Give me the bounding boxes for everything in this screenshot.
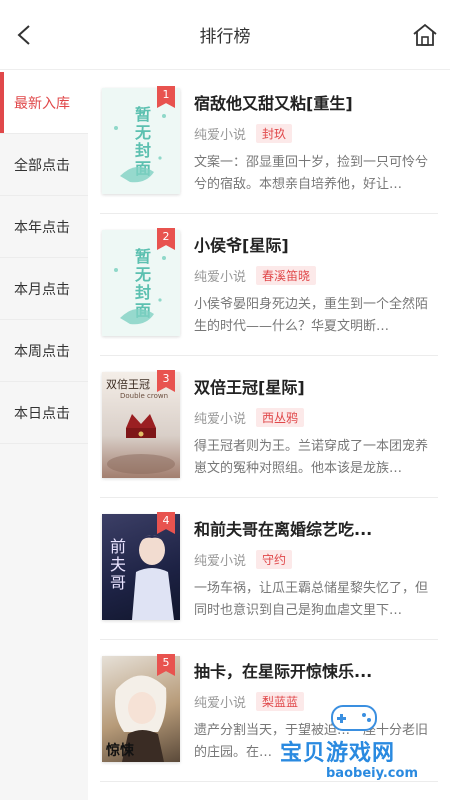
sidebar-item-label: 全部点击: [14, 157, 70, 174]
book-meta: 纯爱小说 西丛鸦: [194, 408, 305, 427]
sidebar-item-month-clicks[interactable]: 本月点击: [0, 258, 88, 320]
book-ranking-list: 暂无封面 1 宿敌他又甜又粘[重生] 纯爱小说 封玖 文案一：邵显重回十岁，捡到…: [100, 72, 438, 800]
sidebar-item-all-clicks[interactable]: 全部点击: [0, 134, 88, 196]
author-tag[interactable]: 西丛鸦: [256, 408, 305, 427]
book-description: 一场车祸，让瓜王霸总储星黎失忆了，但同时也意识到自己是狗血虐文里下…: [194, 581, 429, 618]
home-button[interactable]: [410, 20, 440, 50]
book-category: 纯爱小说: [194, 128, 247, 143]
sidebar-item-label: 本年点击: [14, 219, 70, 236]
author-tag[interactable]: 春溪笛晓: [256, 266, 317, 285]
book-description: 文案一：邵显重回十岁，捡到一只可怜兮兮的宿敌。本想亲自培养他，好让…: [194, 155, 429, 192]
list-item[interactable]: 暂无封面 2 小侯爷[星际] 纯爱小说 春溪笛晓 小侯爷晏阳身死边关，重生到一个…: [100, 214, 438, 356]
book-category: 纯爱小说: [194, 554, 247, 569]
book-title[interactable]: 双倍王冠[星际]: [194, 374, 438, 398]
list-item[interactable]: 双倍王冠 Double crown 3 双倍王冠[星际] 纯爱小说 西丛鸦 得王…: [100, 356, 438, 498]
book-title[interactable]: 和前夫哥在离婚综艺吃...: [194, 516, 438, 540]
author-tag[interactable]: 守约: [256, 550, 293, 569]
ranking-category-sidebar: 最新入库 全部点击 本年点击 本月点击 本周点击 本日点击: [0, 72, 88, 800]
sidebar-item-label: 本周点击: [14, 343, 70, 360]
sidebar-item-label: 最新入库: [14, 95, 70, 112]
book-title[interactable]: 抽卡，在星际开惊悚乐...: [194, 658, 438, 682]
book-meta: 纯爱小说 守约: [194, 550, 293, 569]
book-title[interactable]: 小侯爷[星际]: [194, 232, 438, 256]
author-tag[interactable]: 封玖: [256, 124, 293, 143]
cover-title-text: 惊悚: [106, 743, 134, 759]
list-item[interactable]: 暂无封面 1 宿敌他又甜又粘[重生] 纯爱小说 封玖 文案一：邵显重回十岁，捡到…: [100, 72, 438, 214]
watermark-text: 宝贝游戏网: [280, 741, 396, 766]
home-icon: [413, 23, 437, 46]
sidebar-item-week-clicks[interactable]: 本周点击: [0, 320, 88, 382]
book-description: 小侯爷晏阳身死边关，重生到一个全然陌生的时代——什么？华夏文明断…: [194, 297, 429, 334]
sidebar-item-day-clicks[interactable]: 本日点击: [0, 382, 88, 444]
book-meta: 纯爱小说 春溪笛晓: [194, 266, 317, 285]
book-category: 纯爱小说: [194, 270, 247, 285]
sidebar-item-year-clicks[interactable]: 本年点击: [0, 196, 88, 258]
book-title[interactable]: 宿敌他又甜又粘[重生]: [194, 90, 438, 114]
book-meta: 纯爱小说 封玖: [194, 124, 293, 143]
sidebar-item-newest[interactable]: 最新入库: [0, 72, 88, 134]
book-category: 纯爱小说: [194, 696, 247, 711]
top-bar: 排行榜: [0, 0, 450, 70]
book-description: 得王冠者则为王。兰诺穿成了一本团宠养崽文的冤种对照组。他本该是龙族…: [194, 439, 429, 476]
book-category: 纯爱小说: [194, 412, 247, 427]
sidebar-item-label: 本月点击: [14, 281, 70, 298]
sidebar-item-label: 本日点击: [14, 405, 70, 422]
watermark-url: baobeiy.com: [326, 766, 418, 781]
page-title: 排行榜: [199, 27, 251, 47]
list-item[interactable]: 前夫哥 4 和前夫哥在离婚综艺吃... 纯爱小说 守约 一场车祸，让瓜王霸总储星…: [100, 498, 438, 640]
